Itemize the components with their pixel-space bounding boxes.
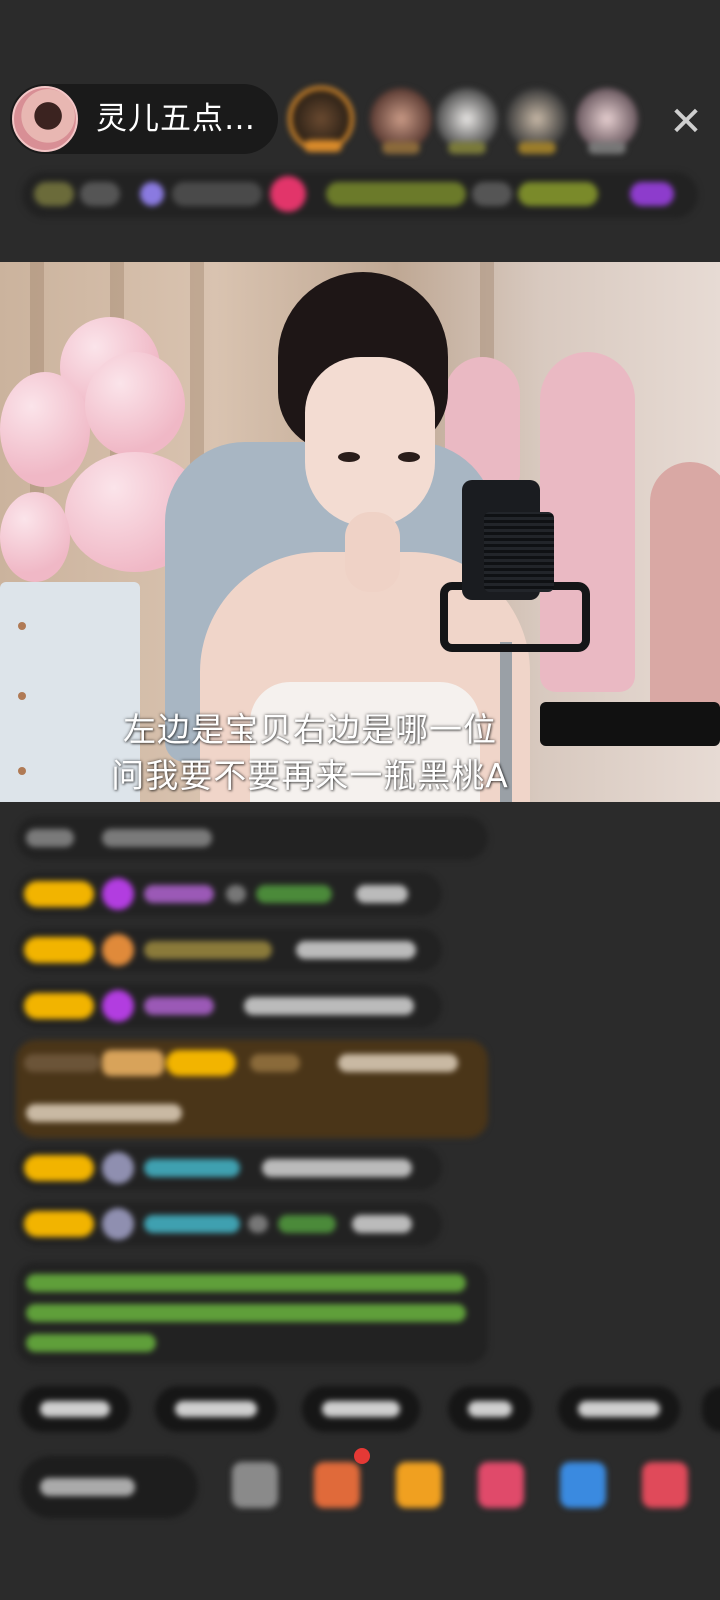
top-viewer-avatar[interactable] [370,88,432,154]
chat-message[interactable] [16,872,442,916]
close-icon[interactable]: ✕ [664,100,708,144]
balloon [0,492,70,582]
chat-notice-message [16,1262,488,1364]
stats-follow-icon[interactable] [270,176,306,212]
fan-level-badge [166,1050,236,1076]
chat-highlight-message[interactable] [16,1040,488,1138]
live-video[interactable]: 左边是宝贝右边是哪一位 问我要不要再来一瓶黑桃A [0,262,720,802]
streamer-face [305,357,435,527]
quick-chip[interactable] [448,1386,532,1432]
streamer-hand [345,512,400,592]
stats-marquee-highlight [518,182,598,206]
streamer-eye [338,452,360,462]
stats-badge-icon [630,182,674,206]
quick-chip[interactable] [302,1386,420,1432]
microphone-grill [484,512,554,592]
chat-system-message [16,816,488,860]
gem-icon [102,990,134,1022]
top-viewer-avatar[interactable] [436,88,498,154]
level-icon [102,1152,134,1184]
stats-gem-icon [140,182,164,206]
gift-box-icon[interactable] [314,1462,360,1508]
stats-hour-rank-value [80,182,120,206]
top-viewer-avatar[interactable] [506,88,568,154]
host-avatar[interactable] [12,86,78,152]
chat-username[interactable] [144,1215,240,1233]
fan-level-badge [24,993,94,1019]
pink-decor [650,462,720,722]
stats-gem-value [172,182,262,206]
chat-message[interactable] [16,984,442,1028]
quick-chip[interactable] [558,1386,680,1432]
fan-level-badge [24,1155,94,1181]
fan-level-badge [24,1211,94,1237]
chat-message[interactable] [16,1202,442,1246]
top-viewer-avatar[interactable] [576,88,638,154]
balloon [0,372,90,487]
chat-username[interactable] [144,997,214,1015]
fan-level-badge [24,881,94,907]
stats-bar[interactable] [22,172,698,218]
chat-username[interactable] [144,885,214,903]
emoji-icon[interactable] [232,1462,278,1508]
stats-marquee-extra [472,182,512,206]
notification-dot [354,1448,370,1464]
level-icon [102,934,134,966]
more-icon[interactable] [642,1462,688,1508]
chat-message[interactable] [16,928,442,972]
host-name: 灵儿五点… [96,101,256,137]
streamer-eye [398,452,420,462]
gift-icon[interactable] [478,1462,524,1508]
subtitle-line-1: 左边是宝贝右边是哪一位 [123,710,497,749]
gem-icon [102,878,134,910]
level-icon [102,1208,134,1240]
quick-chip[interactable] [20,1386,130,1432]
balloon [85,352,185,457]
quick-chip[interactable] [702,1386,720,1432]
subtitle-line-2: 问我要不要再来一瓶黑桃A [111,756,509,795]
stats-hour-rank[interactable] [34,182,74,206]
treasure-icon[interactable] [396,1462,442,1508]
game-icon[interactable] [560,1462,606,1508]
host-info-pill[interactable]: 灵儿五点… [10,84,278,154]
comment-input[interactable] [20,1456,198,1518]
chat-message[interactable] [16,1146,442,1190]
top-viewer-avatar[interactable] [288,86,354,152]
fan-level-badge [24,937,94,963]
chat-username[interactable] [144,941,272,959]
stats-marquee-text[interactable] [326,182,466,206]
chat-username[interactable] [144,1159,240,1177]
quick-chip[interactable] [155,1386,277,1432]
